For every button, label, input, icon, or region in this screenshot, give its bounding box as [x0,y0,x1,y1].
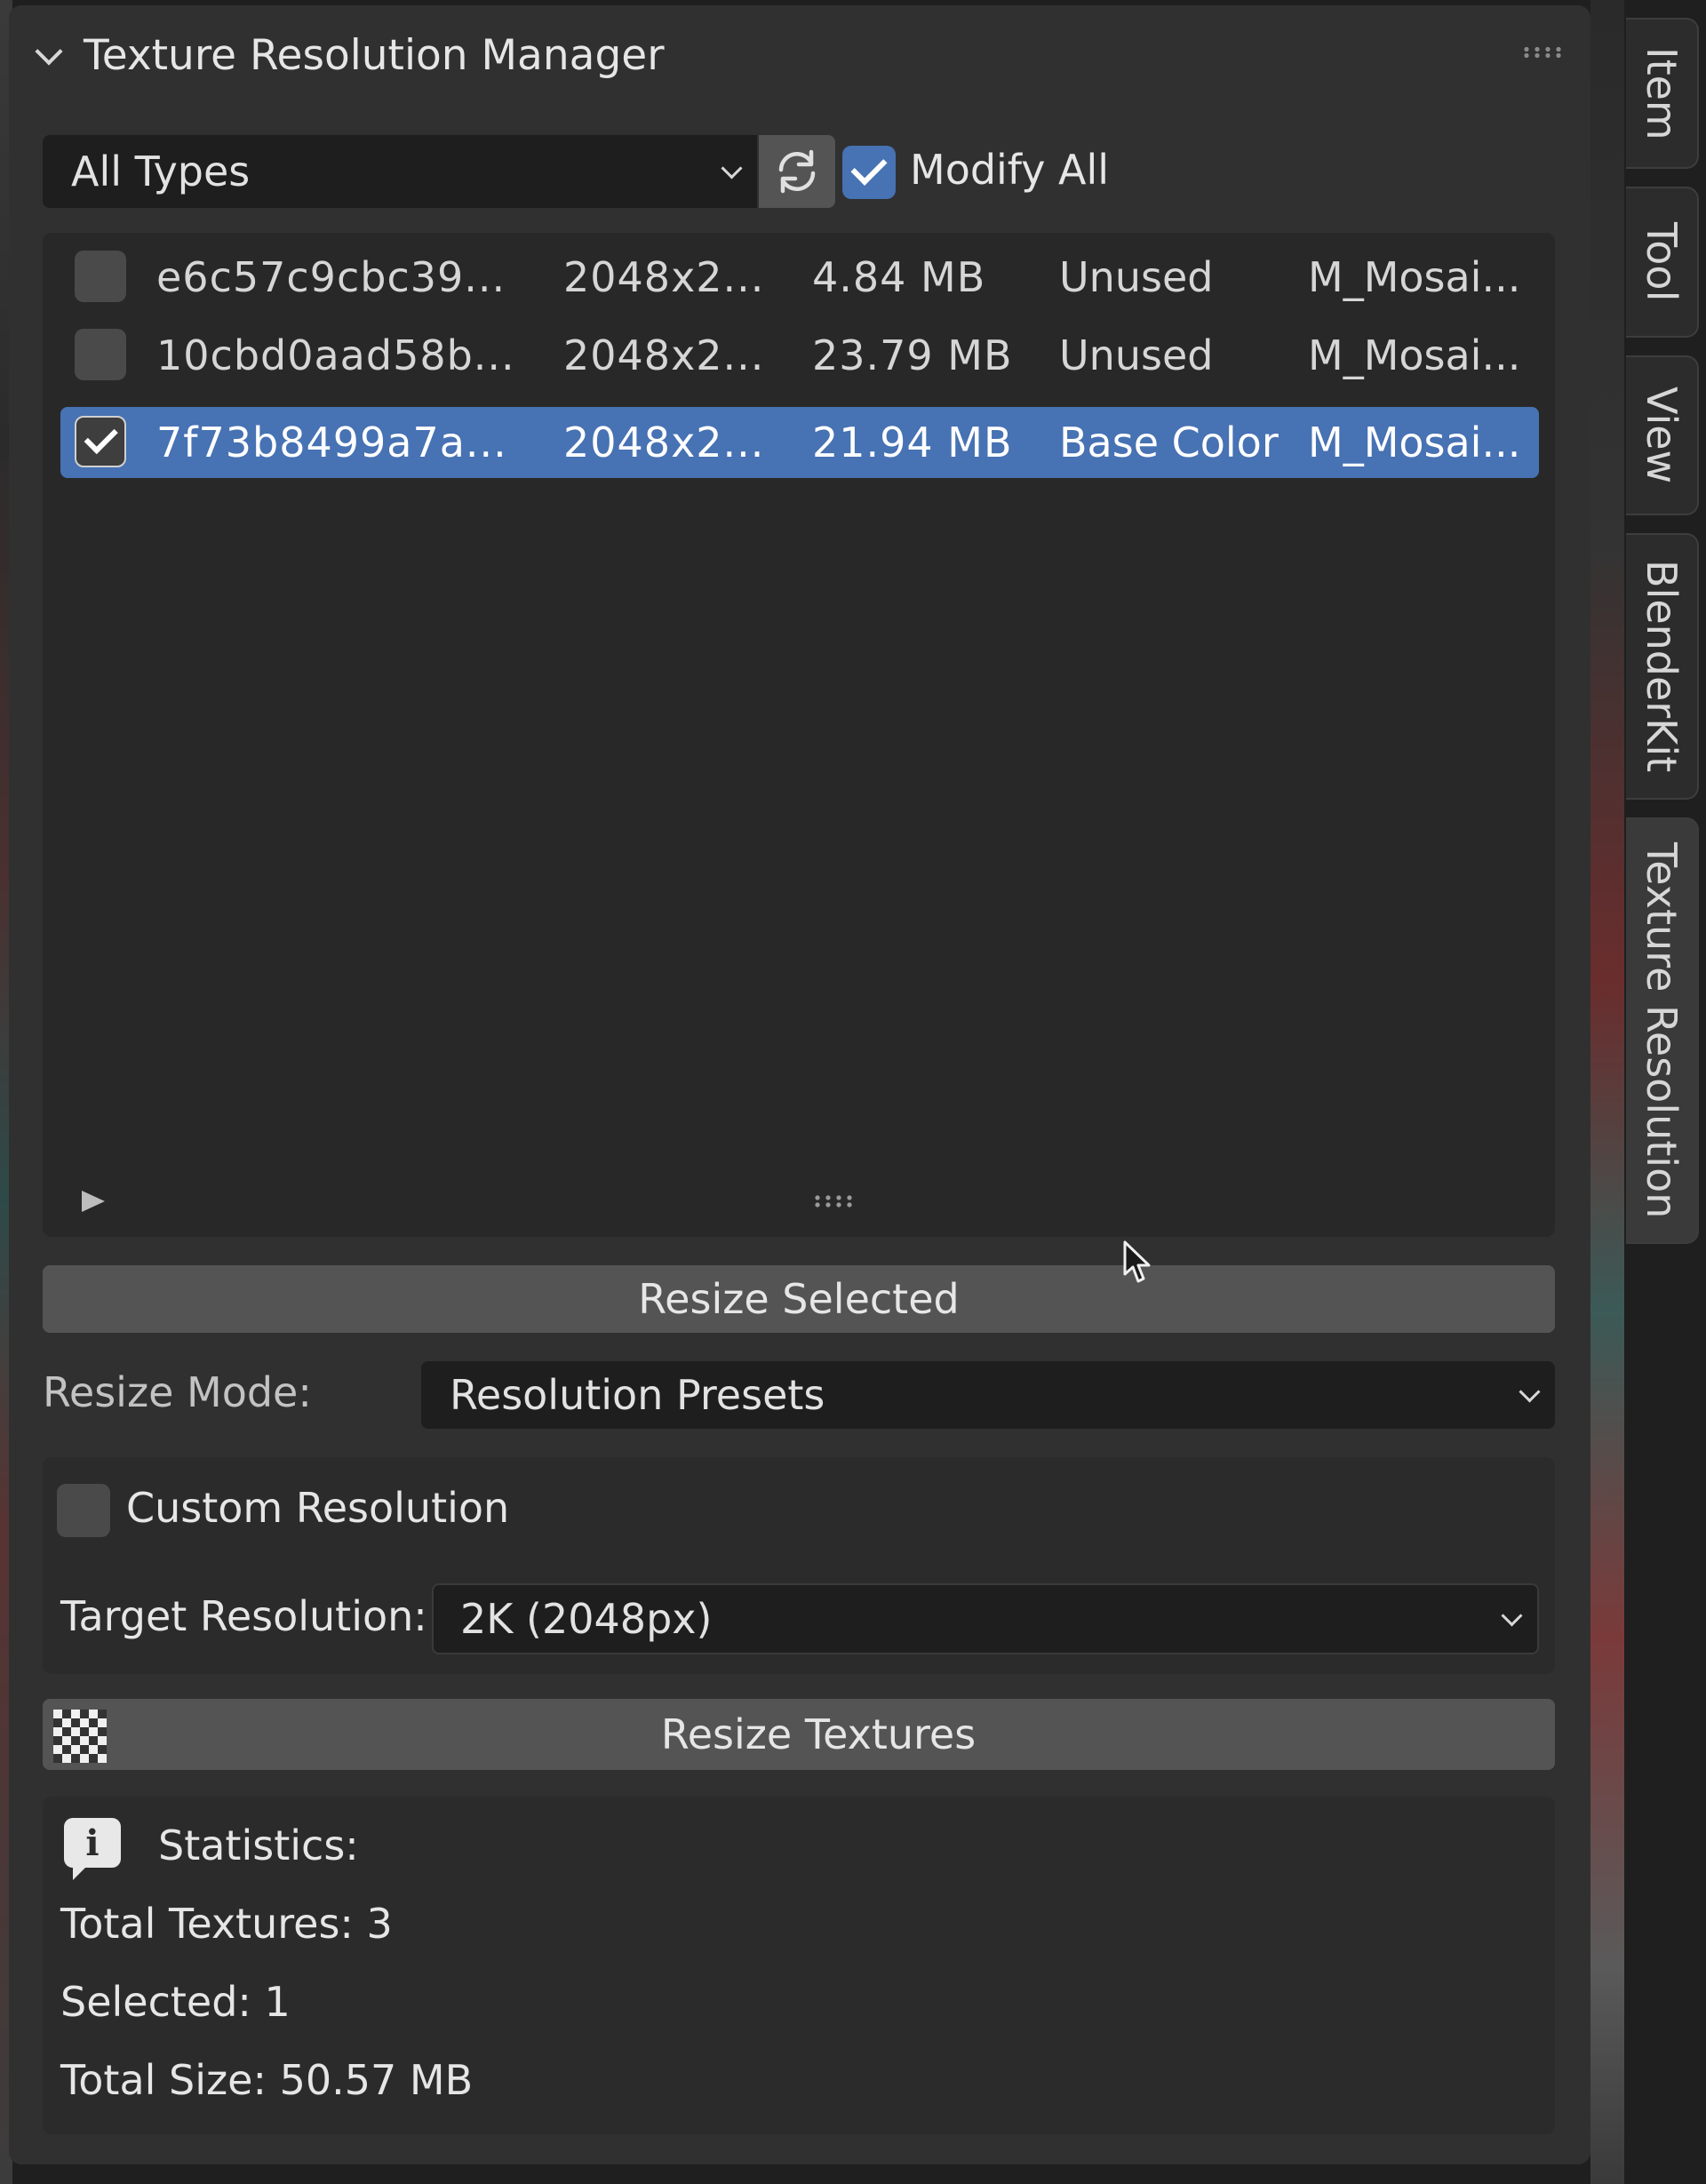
panel-header[interactable]: Texture Resolution Manager [36,27,665,84]
row-checkbox[interactable] [75,329,126,380]
tab-label: BlenderKit [1638,560,1686,773]
texture-list[interactable]: e6c57c9cbc39... 2048x2... 4.84 MB Unused… [43,233,1555,1237]
panel-title: Texture Resolution Manager [84,30,665,80]
texture-name: 10cbd0aad58b... [156,331,515,379]
total-textures-text: Total Textures: 3 [60,1900,393,1948]
texture-resolution: 2048x2... [563,253,765,301]
tab-item[interactable]: Item [1626,18,1699,169]
row-checkbox[interactable] [75,416,126,467]
texture-name: 7f73b8499a7a... [156,418,507,466]
tab-label: View [1638,387,1686,484]
selected-count-text: Selected: 1 [60,1978,291,2026]
tab-label: Tool [1638,222,1686,302]
tab-view[interactable]: View [1626,355,1699,515]
chevron-down-icon [1519,1381,1541,1403]
texture-usage: Unused [1059,253,1214,301]
texture-material: M_Mosai... [1308,253,1521,301]
table-row-selected[interactable]: 7f73b8499a7a... 2048x2... 21.94 MB Base … [60,407,1539,478]
row-checkbox[interactable] [75,251,126,302]
resize-mode-dropdown[interactable]: Resolution Presets [421,1361,1555,1429]
target-resolution-value: 2K (2048px) [460,1595,713,1643]
tab-blenderkit[interactable]: BlenderKit [1626,533,1699,800]
custom-resolution-checkbox[interactable] [57,1484,110,1537]
list-resize-grip-icon[interactable] [812,1194,857,1208]
type-filter-value: All Types [71,147,251,195]
tab-label: Item [1638,46,1686,140]
custom-resolution-label[interactable]: Custom Resolution [126,1484,509,1532]
chevron-down-icon [721,157,743,179]
resize-mode-value: Resolution Presets [450,1371,825,1419]
texture-usage: Unused [1059,331,1214,379]
resize-textures-label: Resize Textures [660,1710,977,1758]
target-resolution-dropdown[interactable]: 2K (2048px) [432,1583,1539,1654]
texture-resolution: 2048x2... [563,331,765,379]
texture-resolution: 2048x2... [563,418,765,466]
target-resolution-label: Target Resolution: [60,1592,427,1640]
tab-tool[interactable]: Tool [1626,187,1699,338]
tab-texture-resolution[interactable]: Texture Resolution [1626,817,1699,1244]
chevron-down-icon [1501,1605,1523,1627]
info-icon: i [64,1818,121,1880]
statistics-heading: Statistics: [158,1821,359,1869]
viewport-strip-right [1590,0,1624,2184]
refresh-button[interactable] [759,135,835,208]
expand-filter-icon[interactable] [82,1191,105,1212]
texture-checker-icon [53,1710,107,1763]
resize-selected-button[interactable]: Resize Selected [43,1265,1555,1333]
tab-label: Texture Resolution [1638,842,1686,1219]
texture-usage: Base Color [1059,418,1279,466]
modify-all-checkbox[interactable] [842,146,896,199]
texture-material: M_Mosai... [1308,331,1521,379]
chevron-down-icon[interactable] [36,42,62,68]
texture-name: e6c57c9cbc39... [156,253,506,301]
total-size-text: Total Size: 50.57 MB [60,2056,474,2104]
texture-size: 23.79 MB [812,331,1013,379]
drag-grip-icon[interactable] [1521,46,1564,59]
texture-size: 21.94 MB [812,418,1013,466]
resize-mode-label: Resize Mode: [43,1368,312,1416]
mouse-cursor-icon [1123,1240,1151,1283]
table-row[interactable]: e6c57c9cbc39... 2048x2... 4.84 MB Unused… [60,242,1539,313]
refresh-icon [778,149,816,194]
texture-material: M_Mosai... [1308,418,1521,466]
resize-textures-button[interactable]: Resize Textures [43,1699,1555,1770]
table-row[interactable]: 10cbd0aad58b... 2048x2... 23.79 MB Unuse… [60,320,1539,391]
modify-all-label[interactable]: Modify All [910,146,1109,194]
type-filter-dropdown[interactable]: All Types [43,135,757,208]
texture-size: 4.84 MB [812,253,986,301]
